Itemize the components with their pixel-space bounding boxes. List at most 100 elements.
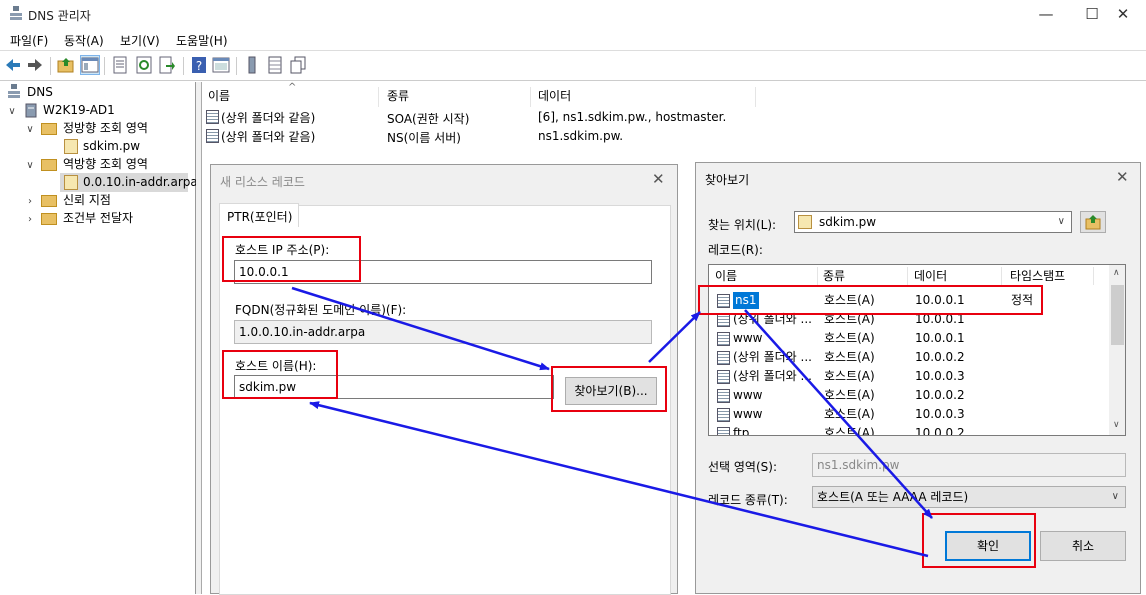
record-row-name[interactable]: www xyxy=(733,329,762,348)
fqdn-label: FQDN(정규화된 도메인 이름)(F): xyxy=(235,303,407,317)
tree-forward-zone[interactable]: 정방향 조회 영역 xyxy=(63,119,148,137)
record-row-name[interactable]: ns1 xyxy=(733,292,759,309)
tab-ptr-label: PTR(포인터) xyxy=(227,210,293,224)
help-icon[interactable]: ? xyxy=(190,56,208,74)
menu-action[interactable]: 동작(A) xyxy=(64,32,104,49)
record-row-data: 10.0.0.3 xyxy=(915,369,965,383)
record-icon xyxy=(717,427,730,435)
record-row-type: 호스트(A) xyxy=(824,426,875,436)
zone-icon xyxy=(798,215,812,229)
console-tree: DNS ∨ W2K19-AD1 ∨ 정방향 조회 영역 sdkim.pw ∨ 역… xyxy=(0,82,198,594)
record-row-type: 호스트(A) xyxy=(824,350,875,364)
records-list: 이름 종류 데이터 타임스탬프 ns1 호스트(A) 10.0.0.1 정적 (상위 폴… xyxy=(708,264,1126,436)
record-row-name[interactable]: (상위 폴더와 ... xyxy=(733,367,812,386)
record-row-timestamp: 정적 xyxy=(1011,293,1034,307)
browse-dialog-title: 찾아보기 xyxy=(705,173,750,187)
col-header-timestamp[interactable]: 타임스탬프 xyxy=(1006,265,1065,287)
forward-arrow-icon[interactable] xyxy=(26,56,44,74)
cancel-button[interactable]: 취소 xyxy=(1040,531,1126,561)
record-row-name[interactable]: www xyxy=(733,386,762,405)
scroll-down-icon[interactable]: ∨ xyxy=(1113,420,1120,430)
close-icon[interactable]: ✕ xyxy=(652,170,665,188)
menu-view[interactable]: 보기(V) xyxy=(120,32,160,49)
list-row[interactable]: (상위 폴더와 같음) xyxy=(206,128,315,145)
zone-icon xyxy=(64,139,78,154)
sort-arrow-icon: ^ xyxy=(288,82,297,93)
list-row-type: NS(이름 서버) xyxy=(387,131,461,145)
tree-forward-child[interactable]: sdkim.pw xyxy=(83,137,140,155)
record-type-dropdown[interactable]: 호스트(A 또는 AAAA 레코드) ∨ xyxy=(812,486,1126,508)
scroll-up-icon[interactable]: ∧ xyxy=(1113,268,1120,278)
scroll-thumb[interactable] xyxy=(1111,285,1124,345)
up-level-button[interactable] xyxy=(1080,211,1106,233)
record-icon xyxy=(206,129,219,143)
tree-conditional-forwarders[interactable]: 조건부 전달자 xyxy=(63,209,133,227)
record-row-name[interactable]: ftp xyxy=(733,424,749,435)
record-row-name[interactable]: (상위 폴더와 ... xyxy=(733,348,812,367)
minimize-button[interactable]: — xyxy=(1023,0,1069,29)
host-name-label: 호스트 이름(H): xyxy=(235,359,317,373)
dns-manager-window: DNS 관리자 — ☐ ✕ 파일(F) 동작(A) 보기(V) 도움말(H) ?… xyxy=(0,0,1146,595)
record-row-name[interactable]: www xyxy=(733,405,762,424)
record-row-data: 10.0.0.1 xyxy=(915,331,965,345)
record-row-type: 호스트(A) xyxy=(824,407,875,421)
folder-icon xyxy=(41,195,57,207)
up-folder-icon[interactable] xyxy=(57,56,75,74)
chevron-down-icon[interactable]: ∨ xyxy=(6,106,18,117)
host-name-field[interactable]: sdkim.pw xyxy=(234,375,554,399)
col-header-data[interactable]: 데이터 xyxy=(910,265,947,287)
fqdn-field[interactable]: 1.0.0.10.in-addr.arpa xyxy=(234,320,652,344)
selection-field[interactable]: ns1.sdkim.pw xyxy=(812,453,1126,477)
record-type-label: 레코드 종류(T): xyxy=(708,493,788,507)
record-type-value: 호스트(A 또는 AAAA 레코드) xyxy=(817,490,969,504)
menu-file[interactable]: 파일(F) xyxy=(10,32,48,49)
col-header-type[interactable]: 종류 xyxy=(387,86,409,106)
tree-reverse-child[interactable]: 0.0.10.in-addr.arpa xyxy=(83,173,198,191)
chevron-down-icon[interactable]: ∨ xyxy=(24,160,36,171)
dns-app-icon xyxy=(10,6,22,20)
list-row[interactable]: (상위 폴더와 같음) xyxy=(206,109,315,126)
record-row-data: 10.0.0.1 xyxy=(915,293,965,307)
export-list-icon[interactable] xyxy=(158,56,176,74)
record-row-name[interactable]: (상위 폴더와 ... xyxy=(733,310,812,329)
show-hide-tree-icon[interactable] xyxy=(80,55,100,75)
record-icon xyxy=(717,351,730,365)
col-header-name[interactable]: 이름 xyxy=(711,265,737,287)
server-icon[interactable] xyxy=(243,56,261,74)
refresh-icon[interactable] xyxy=(135,56,153,74)
copy-records-icon[interactable] xyxy=(289,56,307,74)
col-header-data[interactable]: 데이터 xyxy=(538,86,571,106)
chevron-right-icon[interactable]: › xyxy=(24,196,36,207)
dialog-title: 새 리소스 레코드 xyxy=(220,175,305,189)
record-icon xyxy=(206,110,219,124)
tree-root-dns[interactable]: DNS xyxy=(27,83,53,101)
chevron-down-icon[interactable]: ∨ xyxy=(24,124,36,135)
properties-icon[interactable] xyxy=(111,56,129,74)
chevron-down-icon: ∨ xyxy=(1057,216,1065,227)
record-row-type: 호스트(A) xyxy=(824,312,875,326)
browse-dialog: 찾아보기 ✕ 찾는 위치(L): sdkim.pw ∨ 레코드(R): 이름 종… xyxy=(695,162,1141,594)
col-header-type[interactable]: 종류 xyxy=(819,265,845,287)
console-icon[interactable] xyxy=(212,56,230,74)
back-arrow-icon[interactable] xyxy=(4,56,22,74)
window-title: DNS 관리자 xyxy=(28,9,91,23)
tree-trust-points[interactable]: 신뢰 지점 xyxy=(63,191,111,209)
record-icon xyxy=(717,313,730,327)
record-row-data: 10.0.0.1 xyxy=(915,312,965,326)
ok-button[interactable]: 확인 xyxy=(945,531,1031,561)
close-window-button[interactable]: ✕ xyxy=(1100,0,1146,29)
tree-server[interactable]: W2K19-AD1 xyxy=(43,101,115,119)
record-list-icon[interactable] xyxy=(266,56,284,74)
tab-ptr[interactable]: PTR(포인터) xyxy=(219,203,299,227)
chevron-right-icon[interactable]: › xyxy=(24,214,36,225)
close-icon[interactable]: ✕ xyxy=(1116,168,1129,186)
host-ip-field[interactable]: 10.0.0.1 xyxy=(234,260,652,284)
vertical-scrollbar[interactable]: ∧ ∨ xyxy=(1109,265,1125,435)
tree-reverse-zone[interactable]: 역방향 조회 영역 xyxy=(63,155,148,173)
col-header-name[interactable]: 이름 xyxy=(208,86,230,106)
browse-button[interactable]: 찾아보기(B)... xyxy=(565,377,657,405)
lookin-dropdown[interactable]: sdkim.pw ∨ xyxy=(794,211,1072,233)
record-icon xyxy=(717,389,730,403)
selection-label: 선택 영역(S): xyxy=(708,460,777,474)
menu-help[interactable]: 도움말(H) xyxy=(176,32,228,49)
